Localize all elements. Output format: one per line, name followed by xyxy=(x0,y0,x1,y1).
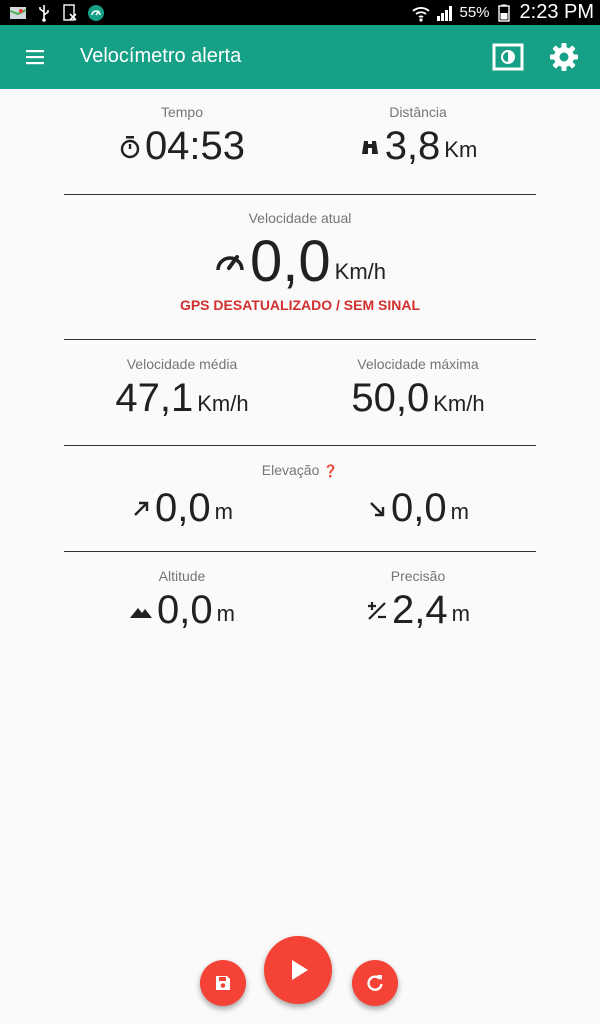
maxima-unit: Km/h xyxy=(433,391,485,416)
elevation-down-unit: m xyxy=(450,499,469,524)
precisao-label: Precisão xyxy=(390,568,446,584)
usb-icon xyxy=(34,4,54,22)
speedometer-icon xyxy=(214,248,246,276)
save-icon xyxy=(213,973,233,993)
signal-icon xyxy=(435,4,455,22)
elevation-down-value: 0,0 xyxy=(391,486,447,530)
maxima-label: Velocidade máxima xyxy=(357,356,479,372)
avg-max-speed-section: Velocidade média 47,1 Km/h Velocidade má… xyxy=(64,356,536,442)
media-block: Velocidade média 47,1 Km/h xyxy=(64,356,300,421)
app-title: Velocímetro alerta xyxy=(80,45,242,67)
app-toolbar: Velocímetro alerta xyxy=(0,25,600,89)
media-label: Velocidade média xyxy=(126,356,238,372)
distancia-label: Distância xyxy=(389,104,447,120)
altitude-unit: m xyxy=(216,601,235,626)
play-button[interactable] xyxy=(264,936,332,1004)
refresh-button[interactable] xyxy=(352,960,398,1006)
arrow-up-right-icon xyxy=(131,499,151,519)
elevation-up-unit: m xyxy=(214,499,233,524)
current-speed-section: Velocidade atual 0,0 Km/h GPS DESATUALIZ… xyxy=(64,210,536,330)
wifi-icon xyxy=(411,4,431,22)
plus-minus-icon xyxy=(366,600,388,622)
divider xyxy=(64,551,536,552)
precisao-unit: m xyxy=(451,601,470,626)
binoculars-icon xyxy=(359,136,381,158)
distancia-value: 3,8 xyxy=(384,124,441,168)
arrow-down-right-icon xyxy=(367,499,387,519)
elevation-label-row: Elevação ❓ xyxy=(64,462,536,478)
display-mode-icon[interactable] xyxy=(492,41,524,73)
gps-warning: GPS DESATUALIZADO / SEM SINAL xyxy=(179,297,421,313)
elevation-up-value: 0,0 xyxy=(155,486,211,530)
stopwatch-icon xyxy=(119,135,141,159)
tempo-block: Tempo 04:53 xyxy=(64,104,300,169)
maxima-block: Velocidade máxima 50,0 Km/h xyxy=(300,356,536,421)
tempo-value: 04:53 xyxy=(144,124,246,168)
divider xyxy=(64,445,536,446)
media-value: 47,1 xyxy=(115,376,194,420)
distancia-unit: Km xyxy=(444,137,478,162)
save-button[interactable] xyxy=(200,960,246,1006)
elevation-down-block: 0,0 m xyxy=(300,486,536,531)
menu-icon[interactable] xyxy=(24,45,48,69)
elevation-section: Elevação ❓ 0,0 m 0,0 m xyxy=(64,462,536,548)
maxima-value: 50,0 xyxy=(351,376,430,420)
precisao-block: Precisão 2,4 m xyxy=(300,568,536,633)
refresh-icon xyxy=(365,973,385,993)
help-icon[interactable]: ❓ xyxy=(323,464,338,478)
divider xyxy=(64,194,536,195)
settings-icon[interactable] xyxy=(548,41,580,73)
battery-icon xyxy=(494,4,514,22)
speedometer-app-icon xyxy=(86,4,106,22)
precisao-value: 2,4 xyxy=(392,588,448,632)
map-icon xyxy=(8,4,28,22)
distancia-block: Distância 3,8 Km xyxy=(300,104,536,169)
media-unit: Km/h xyxy=(197,391,249,416)
mountain-icon xyxy=(129,602,153,620)
elevation-up-block: 0,0 m xyxy=(64,486,300,531)
altitude-label: Altitude xyxy=(158,568,206,584)
tempo-label: Tempo xyxy=(160,104,204,120)
speed-label: Velocidade atual xyxy=(248,210,352,226)
divider xyxy=(64,339,536,340)
status-bar: 55% 2:23 PM xyxy=(0,0,600,25)
battery-percent: 55% xyxy=(459,4,490,21)
elevation-label: Elevação xyxy=(261,462,320,478)
altitude-value: 0,0 xyxy=(157,588,213,632)
play-icon xyxy=(284,956,312,984)
time-distance-section: Tempo 04:53 Distância 3,8 Km xyxy=(64,104,536,190)
altitude-block: Altitude 0,0 m xyxy=(64,568,300,633)
speed-value: 0,0 xyxy=(250,229,331,294)
speed-unit: Km/h xyxy=(334,259,386,284)
altitude-precision-section: Altitude 0,0 m Precisão 2,4 m xyxy=(64,568,536,654)
sim-off-icon xyxy=(60,3,80,22)
clock: 2:23 PM xyxy=(519,1,594,23)
